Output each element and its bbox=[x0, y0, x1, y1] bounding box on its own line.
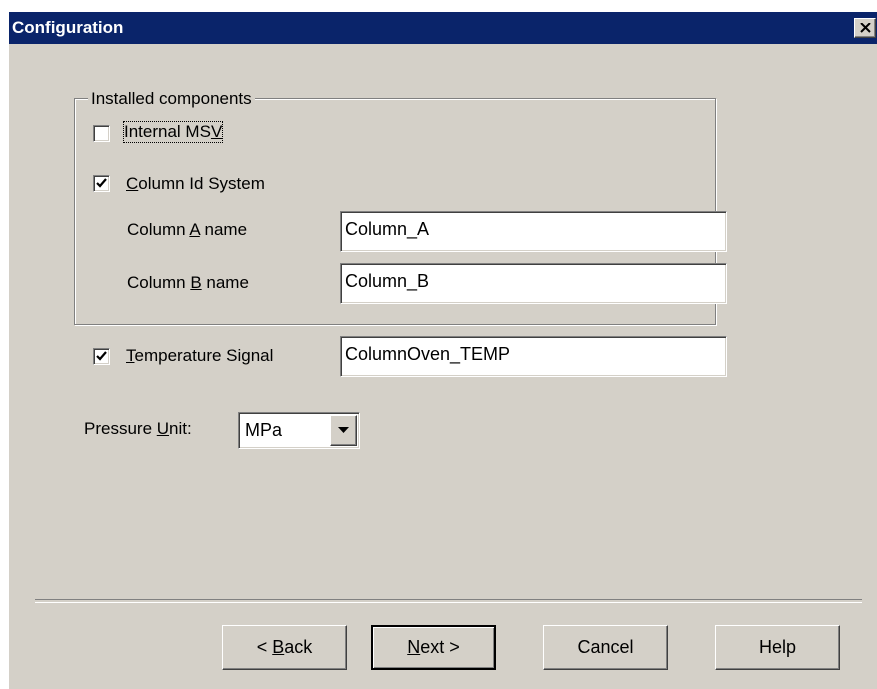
column-a-field[interactable]: Column_A bbox=[340, 211, 727, 252]
separator bbox=[35, 599, 862, 603]
group-legend: Installed components bbox=[88, 89, 255, 109]
window-title: Configuration bbox=[12, 18, 124, 37]
title-bar[interactable]: Configuration bbox=[9, 12, 877, 44]
checkmark-icon bbox=[96, 351, 107, 361]
column-b-label: Column B name bbox=[127, 273, 249, 292]
column-id-system-checkbox[interactable] bbox=[93, 175, 110, 192]
checkmark-icon bbox=[96, 178, 107, 188]
cancel-button[interactable]: Cancel bbox=[543, 625, 668, 670]
internal-msv-label[interactable]: Internal MSV bbox=[122, 121, 224, 143]
temperature-signal-checkbox[interactable] bbox=[93, 348, 110, 365]
dropdown-arrow-icon bbox=[338, 427, 349, 433]
pressure-unit-label: Pressure Unit: bbox=[84, 419, 192, 438]
close-icon bbox=[860, 23, 871, 33]
dropdown-button[interactable] bbox=[330, 415, 357, 446]
pressure-unit-value: MPa bbox=[245, 420, 283, 440]
column-a-label: Column A name bbox=[127, 220, 248, 239]
back-button[interactable]: < Back bbox=[222, 625, 347, 670]
help-button[interactable]: Help bbox=[715, 625, 840, 670]
close-button[interactable] bbox=[854, 18, 876, 38]
column-id-system-label[interactable]: Column Id System bbox=[126, 174, 265, 194]
next-button[interactable]: Next > bbox=[371, 625, 496, 670]
temperature-signal-label[interactable]: Temperature Signal bbox=[126, 346, 273, 366]
pressure-unit-select[interactable]: MPa bbox=[238, 412, 360, 449]
temperature-signal-field[interactable]: ColumnOven_TEMP bbox=[340, 336, 727, 377]
internal-msv-checkbox[interactable] bbox=[93, 125, 110, 142]
column-b-field[interactable]: Column_B bbox=[340, 263, 727, 304]
configuration-dialog: Configuration Installed components Inter… bbox=[8, 11, 877, 689]
